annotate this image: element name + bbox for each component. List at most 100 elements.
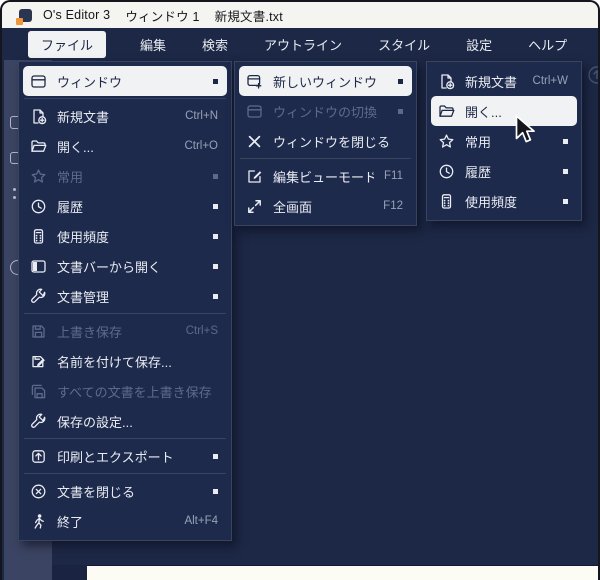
shortcut-label: Ctrl+N bbox=[185, 110, 218, 122]
submenu-indicator-icon bbox=[398, 79, 403, 84]
save-all-icon bbox=[30, 383, 47, 400]
menu-item: ウィンドウの切換 bbox=[239, 96, 412, 126]
menu-item[interactable]: 開く... Ctrl+O bbox=[23, 131, 227, 161]
menu-item[interactable]: 文書を閉じる bbox=[23, 476, 227, 506]
menu-item-label: 編集ビューモード bbox=[273, 167, 374, 186]
menu-item-label: 常用 bbox=[465, 132, 553, 151]
document-new-icon bbox=[438, 73, 455, 90]
window-icon bbox=[246, 103, 263, 120]
submenu-indicator-icon bbox=[213, 174, 218, 179]
menu-item[interactable]: 文書バーから開く bbox=[23, 251, 227, 281]
menu-item[interactable]: 新規文書 Ctrl+W bbox=[431, 66, 577, 96]
menu-item-label: 上書き保存 bbox=[57, 322, 176, 341]
file-menu-panel: ウィンドウ新規文書 Ctrl+N 開く... Ctrl+O 常用履歴使用頻度文書バーから… bbox=[18, 61, 232, 541]
menu-item[interactable]: 新規文書 Ctrl+N bbox=[23, 101, 227, 131]
menu-item-label: 名前を付けて保存... bbox=[57, 352, 218, 371]
menu-item: 上書き保存 Ctrl+S bbox=[23, 316, 227, 346]
menu-item-label: 新規文書 bbox=[465, 72, 523, 91]
folder-open-icon bbox=[438, 103, 455, 120]
menu-item[interactable]: 使用頻度 bbox=[23, 221, 227, 251]
menu-item-label: 文書管理 bbox=[57, 287, 203, 306]
editor-text-area bbox=[87, 565, 600, 580]
shortcut-label: Ctrl+W bbox=[533, 75, 568, 87]
exit-icon bbox=[30, 513, 47, 530]
menu-item[interactable]: 履歴 bbox=[23, 191, 227, 221]
submenu-indicator-icon bbox=[563, 169, 568, 174]
title-bar: O's Editor 3 ウィンドウ 1 新規文書.txt bbox=[2, 2, 598, 28]
submenu-indicator-icon bbox=[213, 294, 218, 299]
menu-item-label: ウィンドウを閉じる bbox=[273, 132, 403, 151]
menu-item[interactable]: 終了Alt+F4 bbox=[23, 506, 227, 536]
menu-item-label: 全画面 bbox=[273, 197, 373, 216]
folder-open-icon bbox=[30, 138, 47, 155]
menu-item-label: 常用 bbox=[57, 167, 203, 186]
menu-item[interactable]: 文書管理 bbox=[23, 281, 227, 311]
shortcut-label: F11 bbox=[384, 170, 403, 182]
menu-item[interactable]: 保存の設定... bbox=[23, 406, 227, 436]
window-new-icon bbox=[246, 73, 263, 90]
submenu-indicator-icon bbox=[563, 199, 568, 204]
menu-item[interactable]: 新しいウィンドウ bbox=[239, 66, 412, 96]
menu-item-label: 履歴 bbox=[57, 197, 203, 216]
submenu-indicator-icon bbox=[213, 204, 218, 209]
menu-item: 常用 bbox=[23, 161, 227, 191]
export-icon bbox=[30, 448, 47, 465]
menu-item[interactable]: 開く... bbox=[431, 96, 577, 126]
menu-item[interactable]: 印刷とエクスポート bbox=[23, 441, 227, 471]
new-window-submenu-panel: 新規文書 Ctrl+W 開く... 常用履歴使用頻度 bbox=[426, 61, 582, 221]
side-toolbar-partial-icon bbox=[13, 188, 16, 191]
wrench-icon bbox=[30, 288, 47, 305]
menu-item[interactable]: 常用 bbox=[431, 126, 577, 156]
menu-item-label: 文書を閉じる bbox=[57, 482, 203, 501]
menu-item[interactable]: 編集ビューモード F11 bbox=[239, 161, 412, 191]
save-icon bbox=[30, 323, 47, 340]
menu-item-label: 新規文書 bbox=[57, 107, 175, 126]
menu-item-label: 開く... bbox=[57, 137, 174, 156]
menu-item[interactable]: 使用頻度 bbox=[431, 186, 577, 216]
menu-item[interactable]: ウィンドウ bbox=[23, 66, 227, 96]
submenu-indicator-icon bbox=[398, 109, 403, 114]
save-as-icon bbox=[30, 353, 47, 370]
menu-separator bbox=[240, 158, 411, 159]
wrench-icon bbox=[30, 413, 47, 430]
menu-item-label: 履歴 bbox=[465, 162, 553, 181]
submenu-indicator-icon bbox=[213, 79, 218, 84]
menu-item[interactable]: 名前を付けて保存... bbox=[23, 346, 227, 376]
clock-icon bbox=[438, 163, 455, 180]
editor-panel-fragment bbox=[52, 565, 87, 580]
menu-item-label: ウィンドウ bbox=[57, 72, 203, 91]
menu-item[interactable]: 全画面 F12 bbox=[239, 191, 412, 221]
app-title: O's Editor 3 bbox=[43, 8, 110, 22]
menu-item[interactable]: ウィンドウを閉じる bbox=[239, 126, 412, 156]
document-new-icon bbox=[30, 108, 47, 125]
menu-item[interactable]: 履歴 bbox=[431, 156, 577, 186]
menubar-item[interactable]: ヘルプ bbox=[526, 31, 569, 58]
menubar-item[interactable]: 編集 bbox=[138, 31, 168, 58]
app-window: O's Editor 3 ウィンドウ 1 新規文書.txt ファイル 編集 検索 アウ… bbox=[0, 0, 600, 580]
submenu-indicator-icon bbox=[213, 264, 218, 269]
submenu-indicator-icon bbox=[213, 234, 218, 239]
menubar-item[interactable]: ファイル bbox=[28, 31, 106, 58]
menu-item-label: 終了 bbox=[57, 512, 174, 531]
menu-separator bbox=[24, 438, 226, 439]
document-name-label: 新規文書.txt bbox=[215, 6, 283, 25]
submenu-indicator-icon bbox=[213, 489, 218, 494]
side-toolbar-partial-icon bbox=[13, 196, 16, 199]
shortcut-label: Ctrl+O bbox=[184, 140, 218, 152]
menubar-item[interactable]: スタイル bbox=[376, 31, 432, 58]
menu-item-label: 使用頻度 bbox=[465, 192, 553, 211]
window-submenu-panel: 新しいウィンドウウィンドウの切換ウィンドウを閉じる編集ビューモード F11 全画面 F… bbox=[234, 61, 417, 226]
menubar-item[interactable]: 設定 bbox=[464, 31, 494, 58]
menu-item-label: 新しいウィンドウ bbox=[273, 72, 388, 91]
star-icon bbox=[438, 133, 455, 150]
shortcut-label: Ctrl+S bbox=[186, 325, 218, 337]
star-icon bbox=[30, 168, 47, 185]
edit-view-icon bbox=[246, 168, 263, 185]
shortcut-label: F12 bbox=[383, 200, 403, 212]
menubar-item[interactable]: 検索 bbox=[200, 31, 230, 58]
app-logo-icon bbox=[19, 9, 32, 22]
menubar-item[interactable]: アウトライン bbox=[262, 31, 344, 58]
background-toolbar-button bbox=[584, 62, 600, 88]
submenu-indicator-icon bbox=[213, 454, 218, 459]
screenshot-stage: O's Editor 3 ウィンドウ 1 新規文書.txt ファイル 編集 検索 アウ… bbox=[0, 0, 600, 580]
